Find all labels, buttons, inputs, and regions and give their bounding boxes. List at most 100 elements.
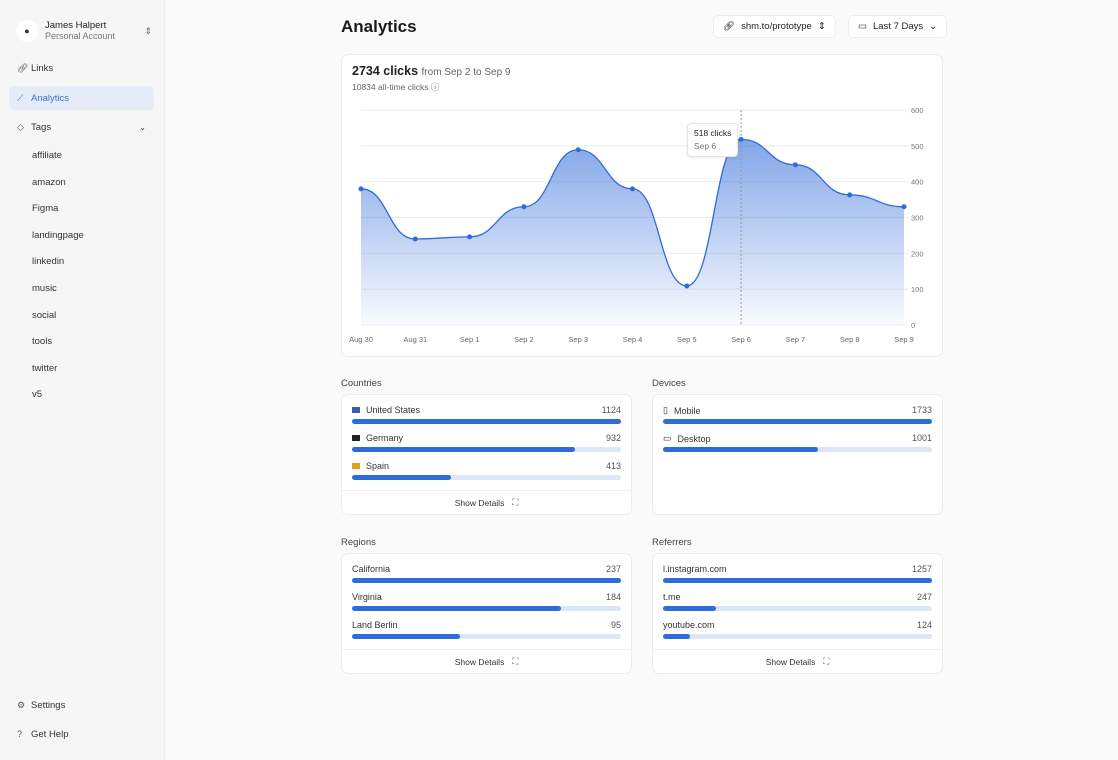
x-tick-label: Sep 2 bbox=[514, 335, 534, 344]
progress-bar bbox=[352, 419, 621, 424]
y-tick-label: 600 bbox=[911, 106, 924, 115]
progress-fill bbox=[352, 419, 621, 424]
list-item[interactable]: Spain 413 bbox=[352, 461, 621, 485]
data-point bbox=[467, 234, 473, 240]
item-value: 1124 bbox=[601, 405, 621, 415]
x-tick-label: Sep 8 bbox=[840, 335, 860, 344]
progress-fill bbox=[663, 578, 932, 583]
progress-bar bbox=[663, 447, 932, 452]
regions-card: California 237 Virginia 184 Land Berlin 95 Sho… bbox=[341, 553, 632, 674]
item-label: Mobile bbox=[673, 405, 701, 416]
data-point bbox=[358, 186, 364, 192]
progress-fill bbox=[663, 606, 716, 611]
show-details-button[interactable]: Show Details ⛶ bbox=[653, 649, 942, 673]
list-item[interactable]: ▯ Mobile 1733 bbox=[663, 405, 932, 429]
show-details-label: Show Details bbox=[454, 497, 505, 508]
progress-fill bbox=[663, 634, 690, 639]
progress-bar bbox=[663, 634, 932, 639]
show-details-button[interactable]: Show Details ⛶ bbox=[342, 649, 631, 673]
clicks-chart: 0 100 200 300 400 500 600 Aug 30 Aug 31 Sep 1 Sep … bbox=[349, 106, 924, 344]
mobile-icon: ▯ bbox=[663, 405, 668, 415]
desktop-icon: ▭ bbox=[663, 433, 672, 443]
list-item[interactable]: United States 1124 bbox=[352, 405, 621, 429]
progress-fill bbox=[352, 606, 561, 611]
regions-title: Regions bbox=[341, 537, 376, 548]
referrers-card: l.instagram.com 1257 t.me 247 youtube.com 124… bbox=[652, 553, 943, 674]
tooltip-clicks: 518 clicks bbox=[694, 128, 732, 138]
data-point bbox=[847, 192, 853, 198]
data-point bbox=[738, 136, 744, 142]
x-tick-label: Aug 31 bbox=[403, 335, 427, 344]
expand-icon: ⛶ bbox=[512, 656, 519, 666]
chart-tooltip: 518 clicks Sep 6 bbox=[687, 123, 739, 157]
item-label: Desktop bbox=[677, 433, 711, 444]
progress-fill bbox=[352, 447, 576, 452]
y-tick-label: 100 bbox=[911, 285, 924, 294]
x-tick-label: Sep 3 bbox=[568, 335, 588, 344]
item-label: Land Berlin bbox=[352, 620, 398, 630]
chart-area bbox=[361, 139, 904, 325]
x-tick-label: Sep 9 bbox=[894, 335, 914, 344]
data-point bbox=[412, 236, 418, 242]
list-item[interactable]: Germany 932 bbox=[352, 433, 621, 457]
show-details-label: Show Details bbox=[765, 656, 816, 667]
devices-card: ▯ Mobile 1733 ▭ Desktop 1001 bbox=[652, 394, 943, 515]
item-label: t.me bbox=[663, 592, 681, 602]
progress-fill bbox=[663, 447, 819, 452]
item-value: 95 bbox=[610, 620, 621, 630]
progress-bar bbox=[352, 578, 621, 583]
show-details-button[interactable]: Show Details ⛶ bbox=[342, 490, 631, 514]
y-tick-label: 0 bbox=[911, 321, 915, 330]
sidebar-item-help[interactable]: ? Get Help bbox=[9, 722, 154, 746]
flag-icon bbox=[352, 407, 360, 413]
progress-bar bbox=[352, 447, 621, 452]
item-value: 184 bbox=[605, 592, 621, 602]
expand-icon: ⛶ bbox=[512, 497, 519, 507]
expand-icon: ⛶ bbox=[823, 656, 830, 666]
y-tick-label: 500 bbox=[911, 142, 924, 151]
sidebar-item-settings[interactable]: ⚙ Settings bbox=[9, 693, 154, 717]
nav-label: Settings bbox=[31, 699, 66, 711]
item-value: 1001 bbox=[911, 433, 932, 443]
data-point bbox=[901, 204, 907, 210]
list-item[interactable]: Virginia 184 bbox=[352, 592, 621, 616]
sidebar-tag-item[interactable]: v5 bbox=[32, 389, 42, 400]
list-item[interactable]: youtube.com 124 bbox=[663, 620, 932, 644]
list-item[interactable]: ▭ Desktop 1001 bbox=[663, 433, 932, 457]
flag-icon bbox=[352, 463, 360, 469]
list-item[interactable]: l.instagram.com 1257 bbox=[663, 564, 932, 588]
flag-icon bbox=[352, 435, 360, 441]
data-point bbox=[521, 204, 527, 210]
nav-label: Get Help bbox=[31, 728, 69, 740]
data-point bbox=[684, 283, 690, 289]
referrers-title: Referrers bbox=[652, 537, 692, 548]
item-value: 1257 bbox=[911, 564, 932, 574]
progress-fill bbox=[352, 475, 451, 480]
sidebar-tag-item[interactable]: twitter bbox=[32, 363, 57, 374]
item-label: California bbox=[352, 564, 391, 574]
item-value: 413 bbox=[605, 461, 621, 471]
x-tick-label: Sep 1 bbox=[460, 335, 480, 344]
progress-fill bbox=[352, 578, 621, 583]
list-item[interactable]: t.me 247 bbox=[663, 592, 932, 616]
y-tick-label: 300 bbox=[911, 214, 924, 223]
y-tick-label: 400 bbox=[911, 178, 924, 187]
item-label: l.instagram.com bbox=[663, 564, 727, 574]
data-point bbox=[575, 147, 581, 153]
progress-bar bbox=[352, 606, 621, 611]
list-item[interactable]: California 237 bbox=[352, 564, 621, 588]
x-tick-label: Sep 4 bbox=[623, 335, 643, 344]
item-label: Virginia bbox=[352, 592, 382, 602]
progress-fill bbox=[352, 634, 460, 639]
x-tick-label: Sep 6 bbox=[731, 335, 751, 344]
progress-bar bbox=[352, 475, 621, 480]
show-details-label: Show Details bbox=[454, 656, 505, 667]
item-label: Germany bbox=[366, 433, 404, 443]
devices-title: Devices bbox=[652, 378, 686, 389]
list-item[interactable]: Land Berlin 95 bbox=[352, 620, 621, 644]
item-label: Spain bbox=[366, 461, 390, 471]
item-value: 247 bbox=[916, 592, 932, 602]
data-point bbox=[792, 162, 798, 168]
progress-bar bbox=[663, 419, 932, 424]
progress-bar bbox=[352, 634, 621, 639]
